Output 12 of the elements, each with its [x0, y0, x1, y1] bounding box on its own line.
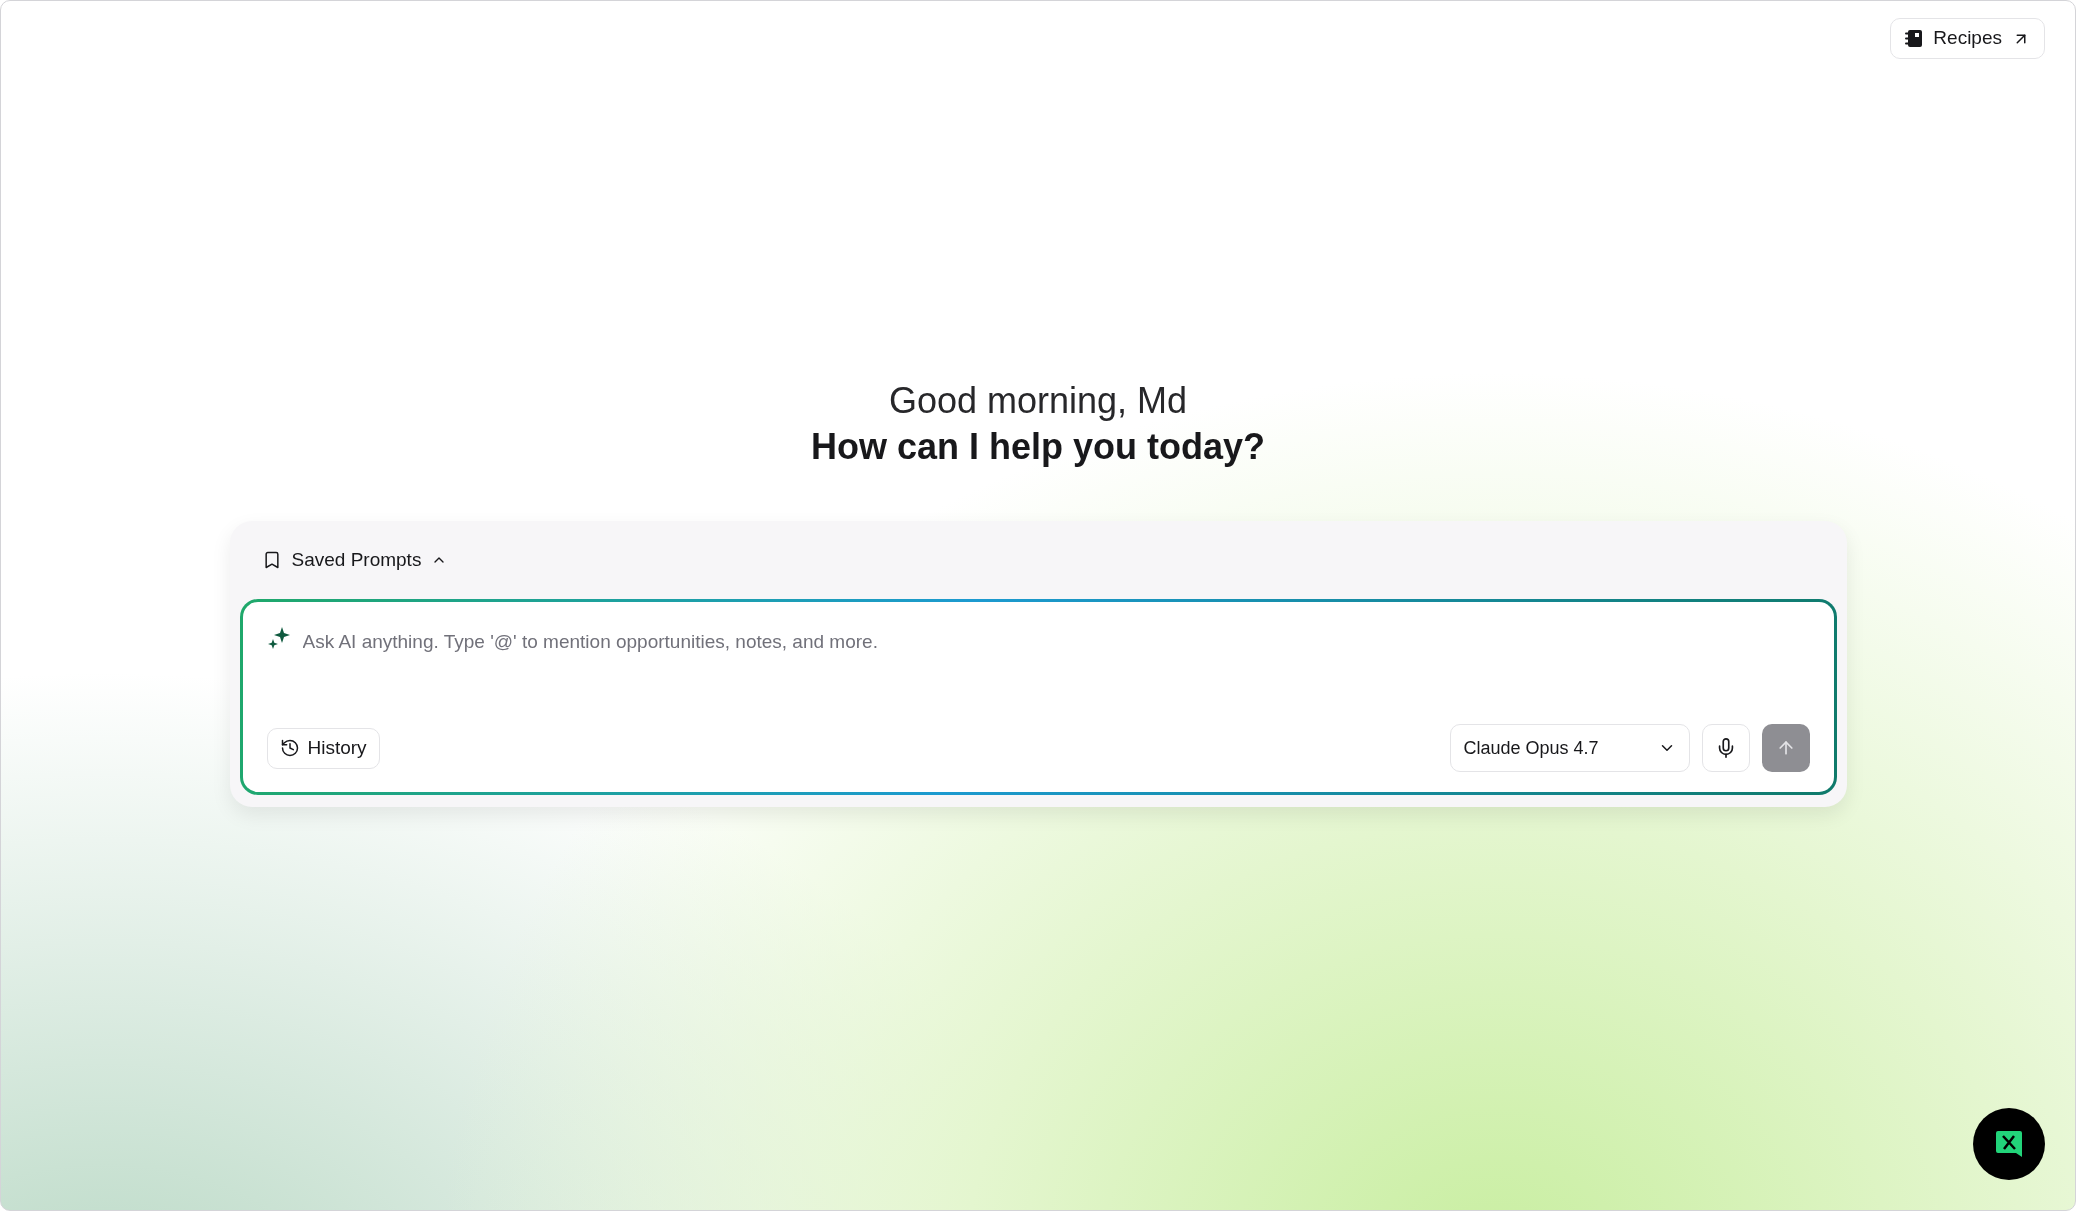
history-icon: [279, 738, 300, 758]
saved-prompts-toggle[interactable]: Saved Prompts: [261, 545, 448, 575]
history-button[interactable]: History: [266, 727, 380, 769]
notebook-icon: [1905, 29, 1924, 48]
greeting-text: Good morning, Md: [888, 379, 1188, 423]
sparkle-icon: [266, 626, 291, 650]
recipes-button[interactable]: Recipes: [1890, 18, 2045, 59]
model-select[interactable]: Claude Opus 4.7: [1449, 724, 1690, 772]
microphone-button[interactable]: [1701, 724, 1750, 772]
chat-logo-icon: [1994, 1129, 2024, 1159]
greeting-heading: How can I help you today?: [810, 425, 1265, 469]
prompt-input[interactable]: Ask AI anything. Type '@' to mention opportunities, notes, and more.: [302, 628, 1810, 657]
